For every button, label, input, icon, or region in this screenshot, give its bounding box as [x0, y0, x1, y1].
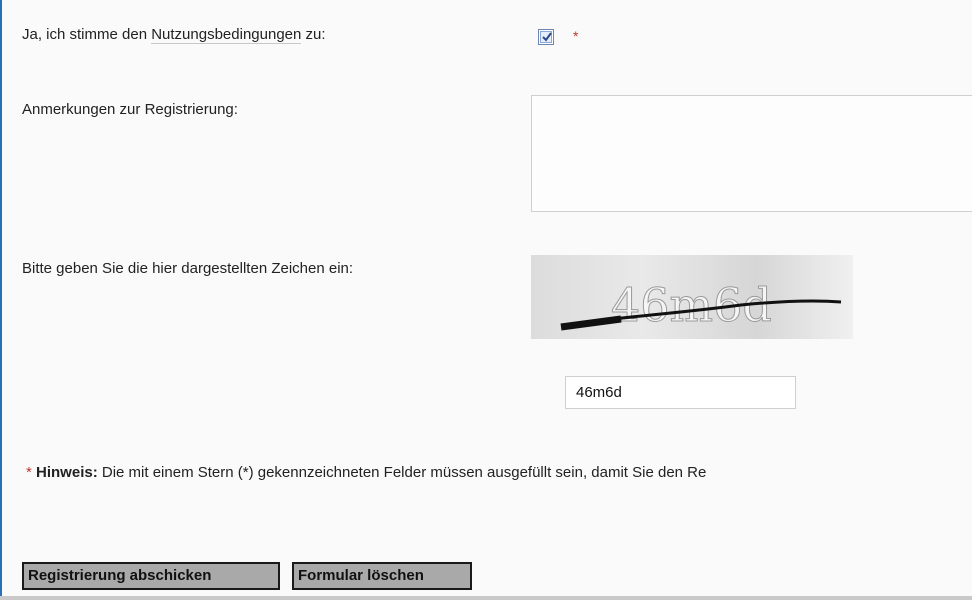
terms-suffix: zu: — [301, 26, 326, 43]
reset-button[interactable]: Formular löschen — [292, 562, 472, 590]
left-border — [0, 0, 2, 600]
checkmark-icon — [542, 32, 552, 42]
remarks-textarea[interactable] — [531, 95, 972, 212]
hint-star: * — [26, 464, 32, 481]
captcha-input[interactable]: 46m6d — [565, 376, 796, 409]
required-marker: * — [573, 28, 579, 44]
submit-button[interactable]: Registrierung abschicken — [22, 562, 280, 590]
hint-bold: Hinweis: — [36, 464, 98, 481]
terms-prefix: Ja, ich stimme den — [22, 26, 152, 43]
remarks-label: Anmerkungen zur Registrierung: — [22, 101, 238, 118]
hint-text: Die mit einem Stern (*) gekennzeichneten… — [97, 464, 707, 481]
captcha-label: Bitte geben Sie die hier dargestellten Z… — [22, 260, 354, 277]
terms-link[interactable]: Nutzungsbedingungen — [151, 26, 302, 44]
terms-label: Ja, ich stimme den Nutzungsbedingungen z… — [22, 26, 326, 44]
terms-checkbox[interactable] — [538, 29, 554, 45]
captcha-graphic: 46m6d — [560, 278, 842, 333]
bottom-border — [0, 596, 972, 600]
hint-note: * Hinweis: Die mit einem Stern (*) geken… — [26, 464, 706, 481]
registration-form: Ja, ich stimme den Nutzungsbedingungen z… — [0, 0, 972, 600]
captcha-image: 46m6d — [531, 255, 853, 339]
